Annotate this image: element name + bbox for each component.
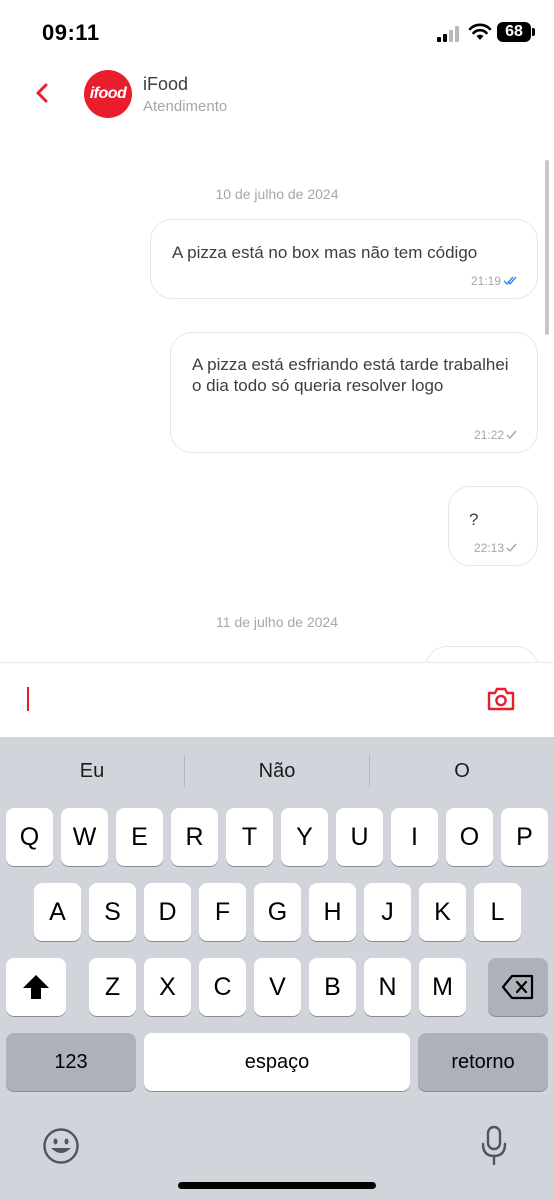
key-d[interactable]: D — [144, 883, 191, 941]
message-bubble-partial[interactable] — [425, 646, 538, 662]
key-e[interactable]: E — [116, 808, 163, 866]
key-s[interactable]: S — [89, 883, 136, 941]
suggestion-3[interactable]: O — [370, 737, 554, 805]
key-w[interactable]: W — [61, 808, 108, 866]
status-time: 09:11 — [42, 20, 100, 45]
message-text: ? — [469, 510, 479, 529]
message-bubble[interactable]: ? 22:13 — [448, 486, 538, 566]
camera-icon[interactable] — [486, 686, 516, 712]
key-t[interactable]: T — [226, 808, 273, 866]
key-i[interactable]: I — [391, 808, 438, 866]
key-o[interactable]: O — [446, 808, 493, 866]
message-bubble[interactable]: A pizza está no box mas não tem código 2… — [150, 219, 538, 299]
double-check-read-icon — [503, 276, 517, 286]
message-bubble[interactable]: A pizza está esfriando está tarde trabal… — [170, 332, 538, 453]
check-sent-icon — [506, 543, 517, 553]
numbers-key[interactable]: 123 — [6, 1033, 136, 1091]
message-time: 21:22 — [473, 428, 504, 442]
date-separator: 11 de julho de 2024 — [216, 614, 338, 630]
backspace-icon — [501, 974, 534, 1000]
key-g[interactable]: G — [254, 883, 301, 941]
key-r[interactable]: R — [171, 808, 218, 866]
key-c[interactable]: C — [199, 958, 246, 1016]
message-meta: 21:19 — [471, 274, 517, 288]
keyboard: Eu Não O Q W E R T Y U I O P A S D F G H… — [0, 737, 554, 1200]
cellular-signal-icon — [437, 26, 459, 42]
back-chevron-icon[interactable] — [28, 78, 58, 108]
message-time: 21:19 — [470, 274, 501, 288]
message-text: A pizza está no box mas não tem código — [172, 243, 478, 262]
key-h[interactable]: H — [309, 883, 356, 941]
chat-header: ifood iFood Atendimento — [0, 64, 554, 134]
message-meta: 21:22 — [474, 428, 517, 442]
chat-scrollbar[interactable] — [545, 160, 549, 335]
emoji-icon[interactable] — [42, 1127, 80, 1165]
status-bar: 09:11 68 — [0, 0, 554, 64]
space-key[interactable]: espaço — [144, 1033, 410, 1091]
date-separator: 10 de julho de 2024 — [215, 186, 339, 202]
shift-arrow-icon — [23, 975, 49, 999]
chat-messages[interactable]: 10 de julho de 2024 A pizza está no box … — [0, 134, 554, 662]
key-f[interactable]: F — [199, 883, 246, 941]
key-x[interactable]: X — [144, 958, 191, 1016]
check-sent-icon — [506, 430, 517, 440]
contact-subtitle: Atendimento — [143, 98, 228, 115]
key-y[interactable]: Y — [281, 808, 328, 866]
wifi-icon — [468, 23, 492, 40]
key-l[interactable]: L — [474, 883, 521, 941]
suggestion-1[interactable]: Eu — [0, 737, 184, 805]
battery-indicator: 68 — [497, 22, 531, 42]
key-z[interactable]: Z — [89, 958, 136, 1016]
battery-tip — [532, 28, 535, 36]
home-indicator — [178, 1182, 376, 1189]
contact-name: iFood — [143, 74, 189, 94]
message-input[interactable] — [27, 687, 29, 711]
key-v[interactable]: V — [254, 958, 301, 1016]
ifood-logo-avatar[interactable]: ifood — [84, 70, 132, 118]
microphone-icon[interactable] — [480, 1125, 508, 1167]
message-text: A pizza está esfriando está tarde trabal… — [192, 355, 509, 395]
key-q[interactable]: Q — [6, 808, 53, 866]
key-m[interactable]: M — [419, 958, 466, 1016]
shift-key[interactable] — [6, 958, 66, 1016]
key-b[interactable]: B — [309, 958, 356, 1016]
suggestion-2[interactable]: Não — [185, 737, 369, 805]
key-k[interactable]: K — [419, 883, 466, 941]
message-meta: 22:13 — [474, 541, 517, 555]
key-a[interactable]: A — [34, 883, 81, 941]
key-n[interactable]: N — [364, 958, 411, 1016]
message-time: 22:13 — [473, 541, 504, 555]
key-u[interactable]: U — [336, 808, 383, 866]
key-p[interactable]: P — [501, 808, 548, 866]
key-j[interactable]: J — [364, 883, 411, 941]
message-input-bar — [0, 662, 554, 737]
backspace-key[interactable] — [488, 958, 548, 1016]
return-key[interactable]: retorno — [418, 1033, 548, 1091]
